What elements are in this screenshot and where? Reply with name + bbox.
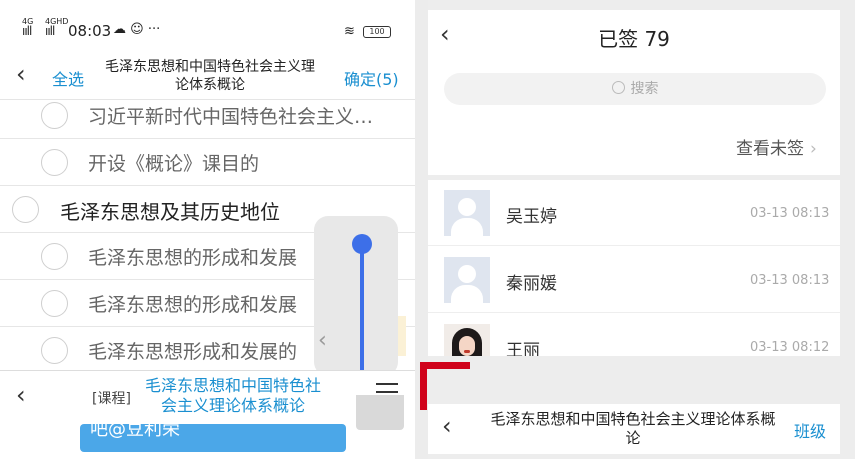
overlay-blue-button[interactable]: 吧@豆利荣 — [80, 424, 346, 452]
wifi-icon: ≋ — [344, 24, 355, 39]
course-title: 毛泽东思想和中国特色社会主义理论体系概论 — [105, 59, 315, 93]
signed-header-area: ‹ 已签 79 搜索 查看未签 › — [428, 10, 840, 175]
scroll-slider-panel[interactable]: ‹ — [314, 216, 398, 382]
view-unsigned-label: 查看未签 — [736, 139, 804, 159]
back-button[interactable]: ‹ — [442, 412, 452, 440]
avatar — [444, 324, 490, 356]
radio-button[interactable] — [41, 243, 68, 270]
chapter-item[interactable]: 开设《概论》课目的 — [0, 139, 415, 186]
view-unsigned-link[interactable]: 查看未签 › — [736, 134, 817, 159]
attendee-list: 吴玉婷 03-13 08:13 秦丽媛 03-13 08:13 王丽 03-13… — [428, 180, 840, 356]
class-button[interactable]: 班级 — [794, 418, 826, 442]
battery-icon: 100 — [363, 26, 391, 38]
chevron-right-icon: › — [810, 139, 817, 159]
chapter-item[interactable]: 习近平新时代中国特色社会主义… — [0, 92, 415, 139]
sign-time: 03-13 08:12 — [750, 340, 830, 355]
radio-button[interactable] — [41, 290, 68, 317]
chevron-left-icon[interactable]: ‹ — [318, 328, 327, 353]
search-placeholder: 搜索 — [630, 81, 659, 97]
list-item[interactable]: 吴玉婷 03-13 08:13 — [428, 180, 840, 246]
slider-handle[interactable] — [352, 234, 372, 254]
signal-4ghd-icon: 4GHD ııll — [45, 17, 69, 38]
radio-button[interactable] — [12, 196, 39, 223]
chapter-label: 毛泽东思想形成和发展的 — [88, 341, 298, 363]
course-title: 毛泽东思想和中国特色社会主义理论体系概论 — [490, 410, 776, 447]
chapter-label: 毛泽东思想的形成和发展 — [88, 294, 298, 316]
search-input[interactable]: 搜索 — [444, 73, 826, 105]
back-button[interactable]: ‹ — [16, 381, 26, 409]
signed-list-screen: ‹ 已签 79 搜索 查看未签 › 吴玉婷 03-13 08:13 秦丽媛 03-… — [428, 0, 855, 459]
radio-button[interactable] — [41, 149, 68, 176]
back-button[interactable]: ‹ — [16, 60, 26, 88]
status-time: 08:03 — [68, 22, 112, 40]
avatar — [444, 190, 490, 236]
chapter-label: 习近平新时代中国特色社会主义… — [88, 106, 374, 128]
attendee-name: 王丽 — [506, 341, 540, 356]
search-icon — [611, 81, 625, 94]
list-item[interactable]: 秦丽媛 03-13 08:13 — [428, 247, 840, 313]
page-title: 已签 79 — [598, 27, 670, 51]
radio-button[interactable] — [41, 337, 68, 364]
chapter-label: 毛泽东思想的形成和发展 — [88, 247, 298, 269]
chapter-select-screen: 4G ııll 4GHD ııll 08:03 ☁ ☺ ··· ≋ 100 ‹ 全选… — [0, 0, 415, 459]
grey-tab — [356, 395, 404, 430]
avatar — [444, 257, 490, 303]
slider-track[interactable] — [360, 242, 364, 382]
status-bar: 4G ııll 4GHD ııll 08:03 ☁ ☺ ··· ≋ 100 — [0, 12, 415, 52]
list-item[interactable]: 王丽 03-13 08:12 — [428, 314, 840, 356]
course-bottom-bar: ‹ [课程] 毛泽东思想和中国特色社会主义理论体系概论 — [0, 370, 415, 424]
course-tag: [课程] — [92, 391, 131, 407]
course-title: 毛泽东思想和中国特色社会主义理论体系概论 — [144, 376, 321, 415]
course-bottom-bar: ‹ 毛泽东思想和中国特色社会主义理论体系概论 班级 — [428, 404, 840, 454]
attendee-name: 吴玉婷 — [506, 207, 557, 227]
radio-button[interactable] — [41, 102, 68, 129]
screenshot-composite: 4G ııll 4GHD ııll 08:03 ☁ ☺ ··· ≋ 100 ‹ 全选… — [0, 0, 855, 459]
sign-time: 03-13 08:13 — [750, 206, 830, 221]
red-highlight-marker — [420, 362, 470, 410]
chapter-label: 毛泽东思想及其历史地位 — [60, 200, 280, 224]
attendee-name: 秦丽媛 — [506, 274, 557, 294]
select-all-button[interactable]: 全选 — [52, 66, 84, 90]
chapter-label: 开设《概论》课目的 — [88, 153, 260, 175]
signal-4g-icon: 4G ııll — [22, 17, 34, 38]
confirm-button[interactable]: 确定(5) — [344, 66, 399, 90]
sign-time: 03-13 08:13 — [750, 273, 830, 288]
notification-icons: ☁ ☺ ··· — [113, 22, 161, 37]
